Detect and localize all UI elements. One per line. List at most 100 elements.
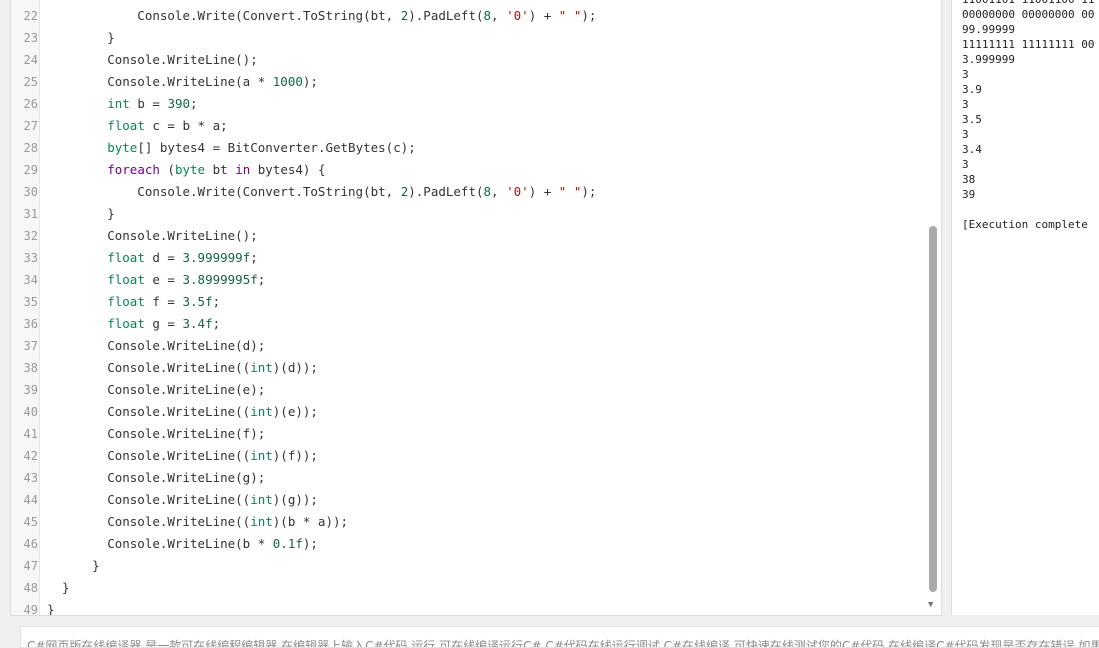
code-line[interactable]: 46 Console.WriteLine(b * 0.1f); (11, 533, 941, 555)
code-text[interactable]: Console.WriteLine((int)(f)); (47, 445, 318, 467)
code-token: Console.WriteLine(( (47, 448, 251, 463)
line-number: 42 (23, 449, 38, 463)
scroll-down-arrow-icon[interactable]: ▼ (928, 600, 933, 610)
code-line[interactable]: 23 } (11, 27, 941, 49)
code-text[interactable]: float d = 3.999999f; (47, 247, 258, 269)
code-line[interactable]: 33 float d = 3.999999f; (11, 247, 941, 269)
line-number: 29 (23, 163, 38, 177)
code-line[interactable]: 44 Console.WriteLine((int)(g)); (11, 489, 941, 511)
line-number: 24 (23, 53, 38, 67)
code-line[interactable]: 42 Console.WriteLine((int)(f)); (11, 445, 941, 467)
code-token: 3.4f (182, 316, 213, 331)
code-text[interactable]: float e = 3.8999995f; (47, 269, 265, 291)
output-line: 39 (962, 188, 976, 201)
code-token: Console.WriteLine(( (47, 360, 251, 375)
code-token: int (250, 404, 273, 419)
code-line[interactable]: 47 } (11, 555, 941, 577)
code-token: ); (581, 8, 597, 23)
code-token: float (107, 272, 145, 287)
code-text[interactable]: } (47, 577, 70, 599)
code-token: ).PadLeft( (408, 8, 484, 23)
code-token: e = (144, 272, 183, 287)
code-token: 1000 (272, 74, 303, 89)
code-token: } (47, 580, 70, 595)
code-line[interactable]: 24 Console.WriteLine(); (11, 49, 941, 71)
code-text[interactable]: int b = 390; (47, 93, 198, 115)
code-token: f = (144, 294, 183, 309)
code-text[interactable]: Console.WriteLine(d); (47, 335, 265, 357)
line-number: 40 (23, 405, 38, 419)
output-line: 99.99999 (962, 23, 1015, 36)
code-text[interactable]: Console.WriteLine(e); (47, 379, 265, 401)
code-text[interactable]: Console.WriteLine(); (47, 49, 258, 71)
code-text[interactable]: } (47, 27, 115, 49)
code-text[interactable]: Console.WriteLine(b * 0.1f); (47, 533, 318, 555)
line-number: 48 (23, 581, 38, 595)
code-text[interactable]: Console.WriteLine(f); (47, 423, 265, 445)
code-text[interactable]: } (47, 555, 100, 577)
scroll-thumb[interactable] (929, 226, 937, 592)
code-token: Console.WriteLine(( (47, 404, 251, 419)
code-text[interactable]: byte[] bytes4 = BitConverter.GetBytes(c)… (47, 137, 416, 159)
code-token: float (107, 118, 145, 133)
code-line[interactable]: 38 Console.WriteLine((int)(d)); (11, 357, 941, 379)
code-line[interactable]: 27 float c = b * a; (11, 115, 941, 137)
code-text[interactable]: Console.WriteLine((int)(g)); (47, 489, 318, 511)
code-line[interactable]: 40 Console.WriteLine((int)(e)); (11, 401, 941, 423)
line-number: 36 (23, 317, 38, 331)
code-line[interactable]: 26 int b = 390; (11, 93, 941, 115)
code-line[interactable]: 37 Console.WriteLine(d); (11, 335, 941, 357)
code-line[interactable]: 35 float f = 3.5f; (11, 291, 941, 313)
code-line[interactable]: 29 foreach (byte bt in bytes4) { (11, 159, 941, 181)
code-text[interactable]: Console.Write(Convert.ToString(bt, 2).Pa… (47, 5, 596, 27)
code-text[interactable]: foreach (byte bt in bytes4) { (47, 159, 326, 181)
code-token: int (107, 96, 130, 111)
code-line[interactable]: 36 float g = 3.4f; (11, 313, 941, 335)
code-token: bytes4) { (250, 162, 326, 177)
code-text[interactable]: Console.WriteLine((int)(e)); (47, 401, 318, 423)
code-line[interactable]: 30 Console.Write(Convert.ToString(bt, 2)… (11, 181, 941, 203)
code-token: '0' (506, 184, 529, 199)
code-text[interactable]: Console.WriteLine((int)(b * a)); (47, 511, 348, 533)
code-line[interactable]: 43 Console.WriteLine(g); (11, 467, 941, 489)
code-line[interactable]: 32 Console.WriteLine(); (11, 225, 941, 247)
code-text[interactable]: Console.WriteLine(a * 1000); (47, 71, 318, 93)
code-token: d = (144, 250, 183, 265)
code-line[interactable]: 31 } (11, 203, 941, 225)
code-line[interactable]: 28 byte[] bytes4 = BitConverter.GetBytes… (11, 137, 941, 159)
code-token: ; (212, 294, 221, 309)
code-token: Console.WriteLine(b * (47, 536, 273, 551)
line-number: 45 (23, 515, 38, 529)
code-token: 390 (167, 96, 191, 111)
code-line[interactable]: 45 Console.WriteLine((int)(b * a)); (11, 511, 941, 533)
code-line[interactable]: 22 Console.Write(Convert.ToString(bt, 2)… (11, 5, 941, 27)
code-text[interactable]: Console.WriteLine(g); (47, 467, 265, 489)
code-line[interactable]: 25 Console.WriteLine(a * 1000); (11, 71, 941, 93)
code-token: ; (190, 96, 198, 111)
output-line: 3.9 (962, 83, 982, 96)
code-line[interactable]: 34 float e = 3.8999995f; (11, 269, 941, 291)
code-text[interactable]: float c = b * a; (47, 115, 227, 137)
code-lines[interactable]: 22 Console.Write(Convert.ToString(bt, 2)… (11, 5, 941, 615)
code-text[interactable]: } (47, 599, 55, 615)
code-text[interactable]: } (47, 203, 115, 225)
code-text[interactable]: Console.WriteLine(); (47, 225, 258, 247)
output-line: 3.5 (962, 113, 982, 126)
line-number: 31 (23, 207, 38, 221)
code-text[interactable]: float g = 3.4f; (47, 313, 220, 335)
code-line[interactable]: 49} (11, 599, 941, 615)
code-token: " " (558, 8, 582, 23)
code-line[interactable]: 41 Console.WriteLine(f); (11, 423, 941, 445)
editor-scrollbar[interactable]: ▼ (927, 0, 939, 615)
code-line[interactable]: 39 Console.WriteLine(e); (11, 379, 941, 401)
code-token: } (47, 30, 115, 45)
code-text[interactable]: Console.Write(Convert.ToString(bt, 2).Pa… (47, 181, 596, 203)
code-line[interactable]: 48 } (11, 577, 941, 599)
code-editor[interactable]: 22 Console.Write(Convert.ToString(bt, 2)… (10, 0, 942, 616)
code-text[interactable]: Console.WriteLine((int)(d)); (47, 357, 318, 379)
code-text[interactable]: float f = 3.5f; (47, 291, 220, 313)
code-token: byte (174, 162, 206, 177)
